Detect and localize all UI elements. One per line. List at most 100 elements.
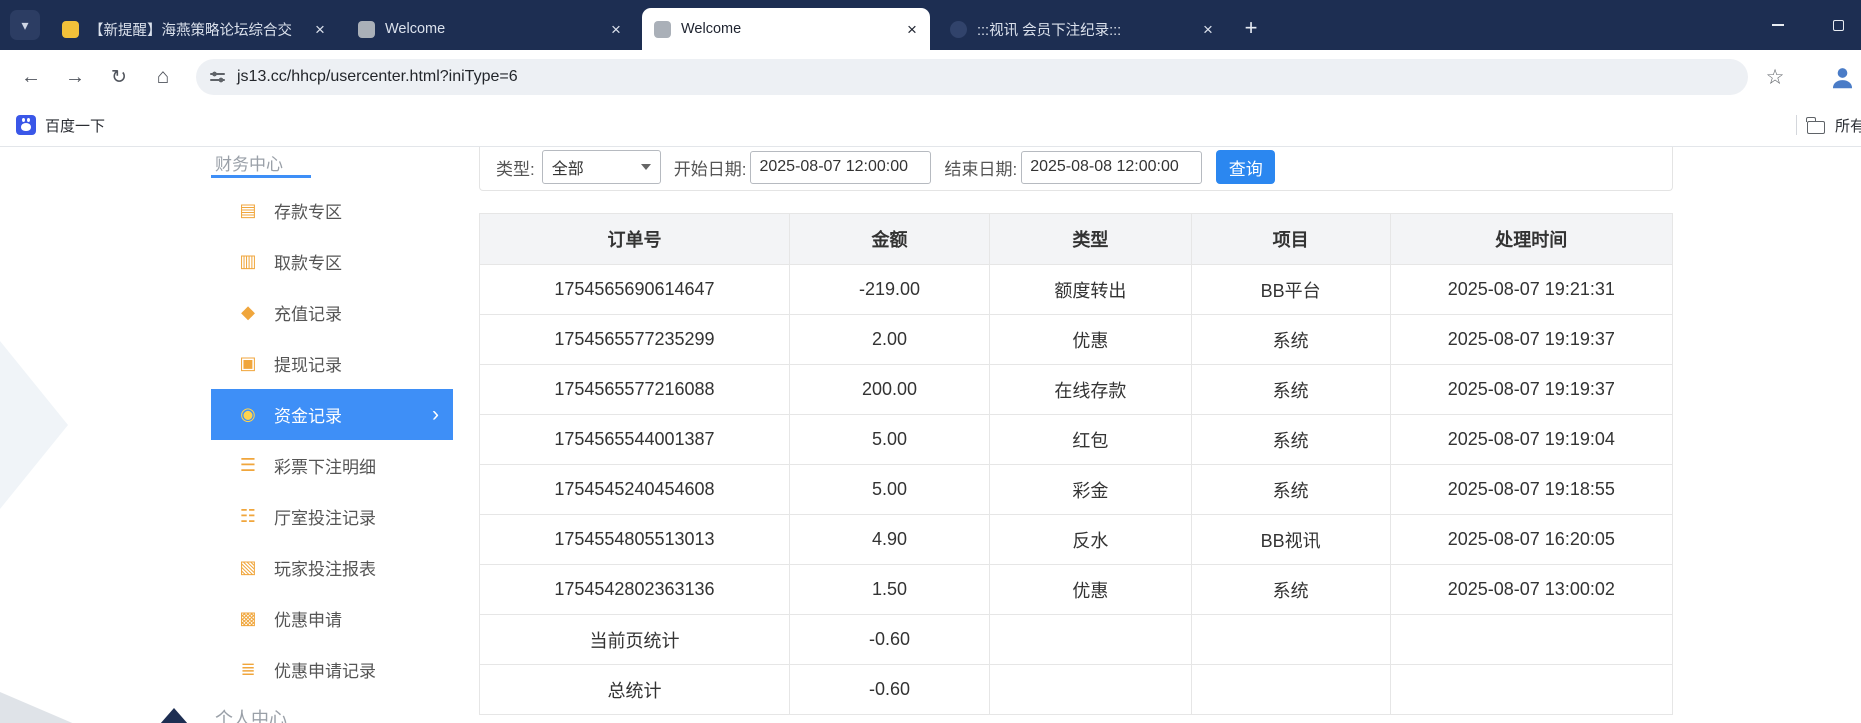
type-select[interactable]: 全部 (541, 150, 661, 184)
tab-title: Welcome (681, 21, 742, 37)
sidebar-footer-header[interactable]: 个人中心 (211, 705, 453, 723)
cell-amount: 200.00 (789, 364, 991, 414)
decorative-triangle (0, 341, 68, 509)
cell-type (990, 614, 1192, 664)
sidebar-item[interactable]: ◆ 充值记录 (211, 287, 453, 338)
tab-close-icon[interactable] (310, 19, 330, 39)
cell-type: 红包 (990, 414, 1192, 464)
bookmarks-bar: 百度一下 所有书签 (0, 104, 1861, 147)
sidebar-item[interactable]: ▤ 存款专区 (211, 185, 453, 236)
browser-tab[interactable]: Welcome (642, 8, 930, 50)
start-date-label: 开始日期: (673, 159, 747, 179)
query-button[interactable]: 查询 (1216, 150, 1276, 184)
tab-close-icon[interactable] (902, 19, 922, 39)
funds-record-icon: ◉ (240, 404, 256, 424)
reload-button[interactable] (100, 58, 138, 96)
header-cell: 金额 (789, 214, 991, 264)
table-row: 总统计 -0.60 (480, 664, 1672, 714)
globe-tab-icon (358, 20, 375, 38)
sidebar-item-label: 厅室投注记录 (274, 509, 376, 528)
promo-record-icon: ≣ (240, 659, 256, 679)
type-label: 类型: (496, 159, 535, 179)
sidebar-item-label: 彩票下注明细 (274, 458, 376, 477)
lottery-detail-icon: ☰ (239, 455, 257, 475)
url-text: js13.cc/hhcp/usercenter.html?iniType=6 (237, 68, 518, 85)
sidebar-item[interactable]: ▥ 取款专区 (211, 236, 453, 287)
start-date-input[interactable] (750, 150, 932, 184)
withdrawal-record-icon: ▣ (239, 353, 257, 373)
home-button[interactable] (144, 58, 182, 96)
site-tab-icon (950, 20, 967, 38)
new-tab-button[interactable] (1236, 13, 1266, 43)
cell-time: 2025-08-07 19:19:04 (1390, 414, 1672, 464)
browser-tab[interactable]: 【新提醒】海燕策略论坛综合交 (50, 8, 338, 50)
minimize-button[interactable] (1755, 0, 1801, 50)
cell-project: 系统 (1191, 464, 1391, 514)
tab-title: :::视讯 会员下注纪录::: (977, 22, 1122, 39)
table-header-row: 订单号 金额 类型 项目 处理时间 (480, 214, 1672, 264)
cell-order-no: 1754542802363136 (480, 564, 790, 614)
sidebar-item-label: 充值记录 (274, 305, 342, 324)
tab-close-icon[interactable] (606, 19, 626, 39)
restore-icon (1832, 19, 1844, 31)
decorative-triangle (139, 708, 209, 723)
tab-close-icon[interactable] (1198, 19, 1218, 39)
site-info-icon[interactable] (210, 69, 226, 85)
sidebar-section-header[interactable]: 财务中心 (211, 147, 453, 175)
cell-order-no: 1754565544001387 (480, 414, 790, 464)
table-body: 1754565690614647 -219.00 额度转出 BB平台 2025-… (480, 264, 1672, 714)
header-cell: 订单号 (480, 214, 790, 264)
tab-search-button[interactable] (10, 10, 40, 40)
cell-project: 系统 (1191, 564, 1391, 614)
sidebar-item[interactable]: ☰ 彩票下注明细 (211, 440, 453, 491)
cell-amount: 2.00 (789, 314, 991, 364)
all-bookmarks-button[interactable]: 所有书签 (1796, 104, 1861, 146)
maximize-button[interactable] (1815, 0, 1861, 50)
cell-order-no: 1754554805513013 (480, 514, 790, 564)
sidebar-item[interactable]: ◉ 资金记录 (211, 389, 453, 440)
sidebar: 财务中心 ▤ 存款专区 ▥ 取款专区 ◆ 充值记录 ▣ 提现记录 ◉ 资金记录 … (211, 147, 453, 723)
cell-time: 2025-08-07 19:21:31 (1390, 264, 1672, 314)
deposit-icon: ▤ (239, 200, 257, 220)
browser-tab[interactable]: Welcome (346, 8, 634, 50)
sidebar-item-label: 优惠申请记录 (274, 662, 376, 681)
cell-time: 2025-08-07 19:19:37 (1390, 364, 1672, 414)
active-section-underline (211, 175, 311, 178)
cell-project: 系统 (1191, 314, 1391, 364)
back-button[interactable] (12, 58, 50, 96)
tab-title: Welcome (385, 21, 446, 37)
bookmark-item-baidu[interactable]: 百度一下 (16, 115, 105, 136)
sidebar-item[interactable]: ≣ 优惠申请记录 (211, 644, 453, 695)
cell-project: BB视讯 (1191, 514, 1391, 564)
table-row: 1754565577235299 2.00 优惠 系统 2025-08-07 1… (480, 314, 1672, 364)
browser-tab[interactable]: :::视讯 会员下注纪录::: (938, 8, 1226, 50)
minimize-icon (1772, 24, 1784, 26)
divider (1796, 115, 1797, 135)
window-controls (1755, 0, 1861, 50)
main-content: 类型: 全部 开始日期: 结束日期: 查询 订单号 金额 (479, 147, 1673, 715)
cell-project: BB平台 (1191, 264, 1391, 314)
cell-amount: 5.00 (789, 464, 991, 514)
cell-type: 反水 (990, 514, 1192, 564)
sidebar-item[interactable]: ▩ 优惠申请 (211, 593, 453, 644)
forward-button[interactable] (56, 58, 94, 96)
sidebar-item-label: 玩家投注报表 (274, 560, 376, 579)
address-bar[interactable]: js13.cc/hhcp/usercenter.html?iniType=6 (196, 59, 1748, 95)
table-row: 1754545240454608 5.00 彩金 系统 2025-08-07 1… (480, 464, 1672, 514)
cell-order-no: 总统计 (480, 664, 790, 714)
end-date-label: 结束日期: (944, 159, 1018, 179)
bookmark-star-button[interactable] (1760, 62, 1790, 92)
cell-project: 系统 (1191, 414, 1391, 464)
sidebar-item-label: 存款专区 (274, 203, 342, 222)
browser-toolbar: js13.cc/hhcp/usercenter.html?iniType=6 (0, 50, 1861, 104)
player-report-icon: ▧ (239, 557, 257, 577)
profile-button[interactable] (1828, 63, 1856, 91)
sidebar-item[interactable]: ▣ 提现记录 (211, 338, 453, 389)
sidebar-item[interactable]: ☷ 厅室投注记录 (211, 491, 453, 542)
forum-tab-icon (62, 20, 79, 38)
sidebar-item[interactable]: ▧ 玩家投注报表 (211, 542, 453, 593)
table-row: 1754565577216088 200.00 在线存款 系统 2025-08-… (480, 364, 1672, 414)
header-cell: 项目 (1191, 214, 1391, 264)
cell-project (1191, 614, 1391, 664)
end-date-input[interactable] (1021, 150, 1203, 184)
